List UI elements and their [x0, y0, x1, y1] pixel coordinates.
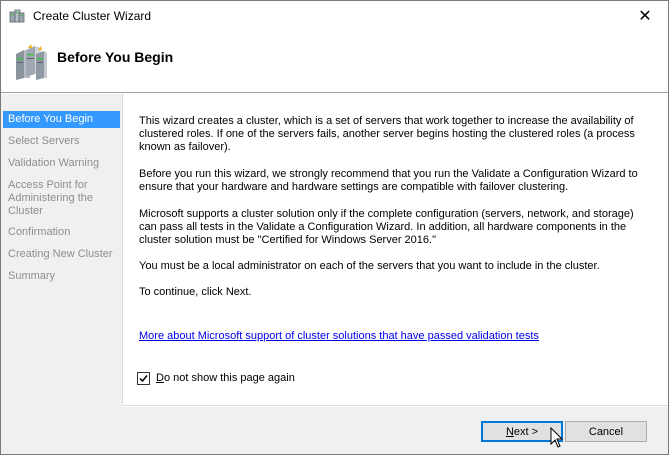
cluster-support-link[interactable]: More about Microsoft support of cluster … — [139, 330, 539, 342]
dont-show-again-label: Do not show this page again — [156, 372, 295, 384]
nav-step-creating-new-cluster: Creating New Cluster — [8, 248, 113, 260]
page-title: Before You Begin — [57, 49, 174, 65]
dont-show-again-row[interactable]: Do not show this page again — [137, 370, 295, 386]
dont-show-again-checkbox[interactable] — [137, 371, 150, 385]
wizard-steps-nav: Before You Begin Select Servers Validati… — [1, 94, 122, 454]
continue-paragraph: To continue, click Next. — [139, 286, 252, 298]
close-button[interactable]: ✕ — [622, 1, 668, 31]
support-paragraph: Microsoft supports a cluster solution on… — [139, 208, 634, 246]
title-bar: Create Cluster Wizard ✕ — [1, 1, 668, 31]
window-title: Create Cluster Wizard — [33, 9, 152, 23]
admin-paragraph: You must be a local administrator on eac… — [139, 260, 600, 272]
validate-paragraph: Before you run this wizard, we strongly … — [139, 168, 638, 193]
cancel-button[interactable]: Cancel — [565, 421, 647, 442]
nav-step-access-point: Access Point for Administering the Clust… — [8, 179, 93, 217]
page-header: Before You Begin — [1, 31, 668, 93]
intro-paragraph: This wizard creates a cluster, which is … — [139, 115, 635, 153]
cluster-servers-icon — [14, 44, 48, 82]
checkmark-icon — [139, 374, 148, 382]
nav-step-before-you-begin[interactable]: Before You Begin — [3, 111, 120, 128]
close-icon: ✕ — [638, 8, 652, 25]
wizard-window: Create Cluster Wizard ✕ Before You Begin… — [0, 0, 669, 455]
cluster-app-icon — [9, 8, 25, 24]
nav-step-validation-warning: Validation Warning — [8, 157, 100, 169]
content-pane: This wizard creates a cluster, which is … — [122, 94, 668, 406]
mouse-pointer-icon — [550, 426, 564, 449]
nav-step-select-servers: Select Servers — [8, 135, 80, 147]
nav-step-confirmation: Confirmation — [8, 226, 71, 238]
nav-step-summary: Summary — [8, 270, 56, 282]
button-bar: Next > Cancel — [122, 407, 668, 454]
